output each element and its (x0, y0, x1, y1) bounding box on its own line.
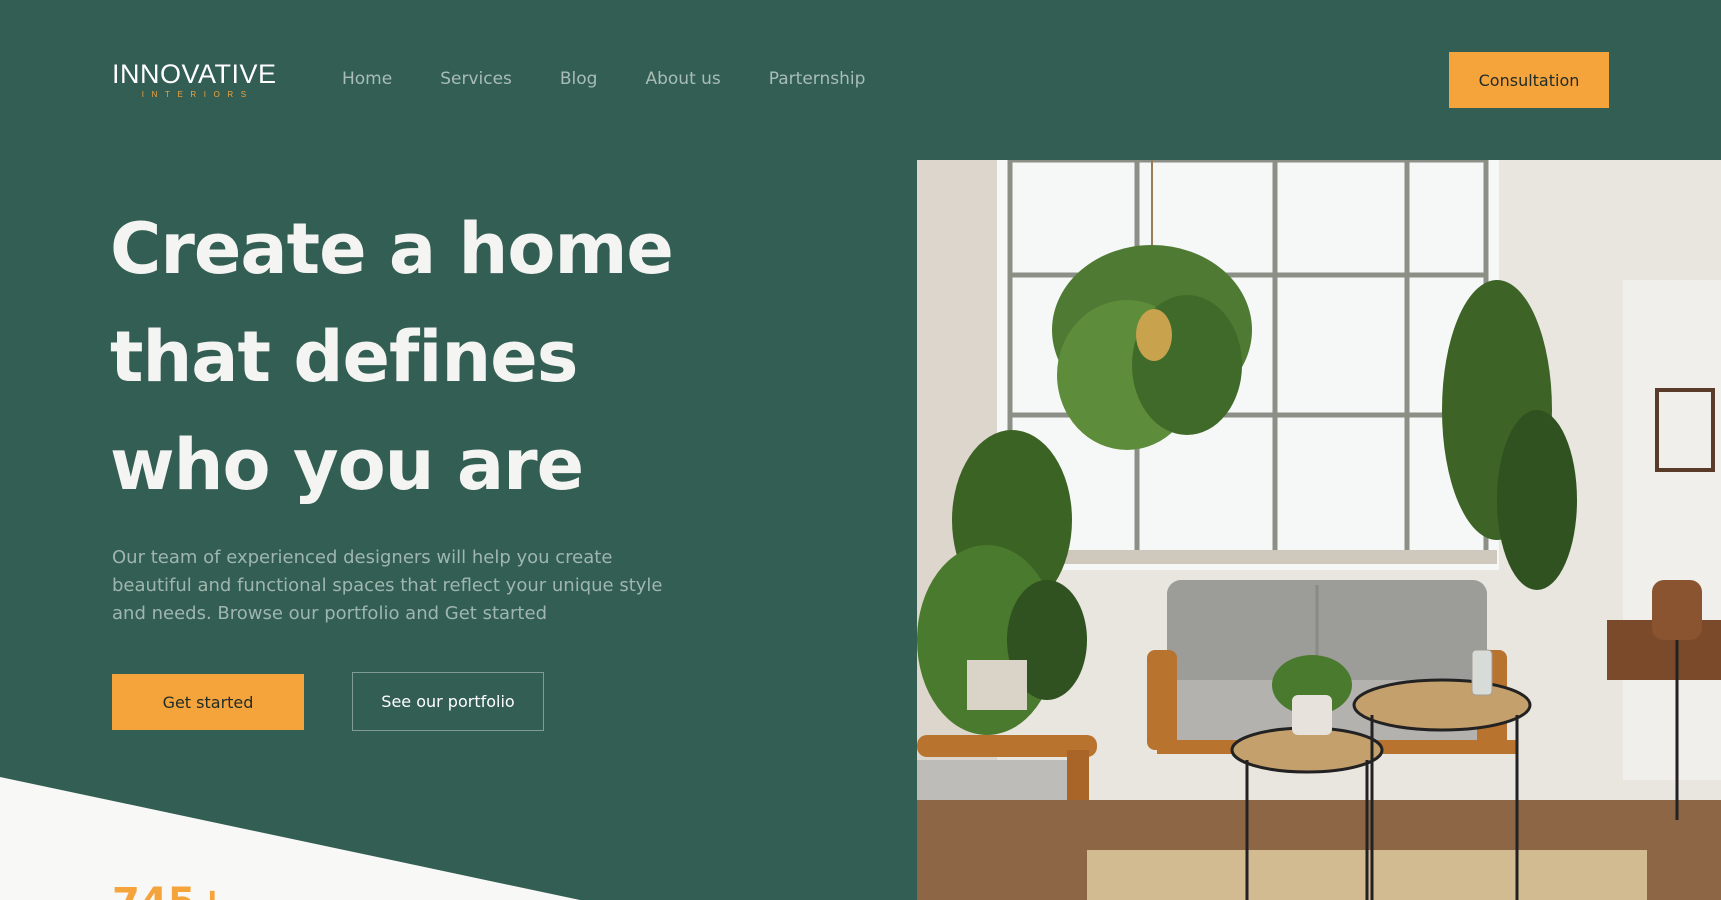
nav-item-services[interactable]: Services (440, 69, 512, 89)
hero-title: Create a home that defines who you are (110, 195, 750, 519)
nav-item-partnership[interactable]: Parternship (769, 69, 866, 89)
hero-description: Our team of experienced designers will h… (112, 547, 663, 624)
hero-image (917, 160, 1721, 900)
nav-item-blog[interactable]: Blog (560, 69, 598, 89)
main-nav: Home Services Blog About us Parternship (342, 69, 913, 89)
hero-title-line-2: that defines (110, 316, 578, 398)
hero-title-line-1: Create a home (110, 208, 674, 290)
brand-tagline: INTERIORS (141, 90, 254, 99)
nav-item-home[interactable]: Home (342, 69, 392, 89)
brand-logo[interactable]: INNOVATIVE INTERIORS (112, 61, 277, 100)
nav-item-about-us[interactable]: About us (645, 69, 720, 89)
hero-title-line-3: who you are (110, 424, 584, 506)
get-started-button[interactable]: Get started (112, 674, 304, 730)
living-room-photo-icon (917, 160, 1721, 900)
stat-value: 745+ (112, 883, 229, 900)
consultation-button[interactable]: Consultation (1449, 52, 1609, 108)
see-portfolio-button[interactable]: See our portfolio (352, 672, 544, 731)
brand-name: INNOVATIVE (112, 59, 277, 89)
